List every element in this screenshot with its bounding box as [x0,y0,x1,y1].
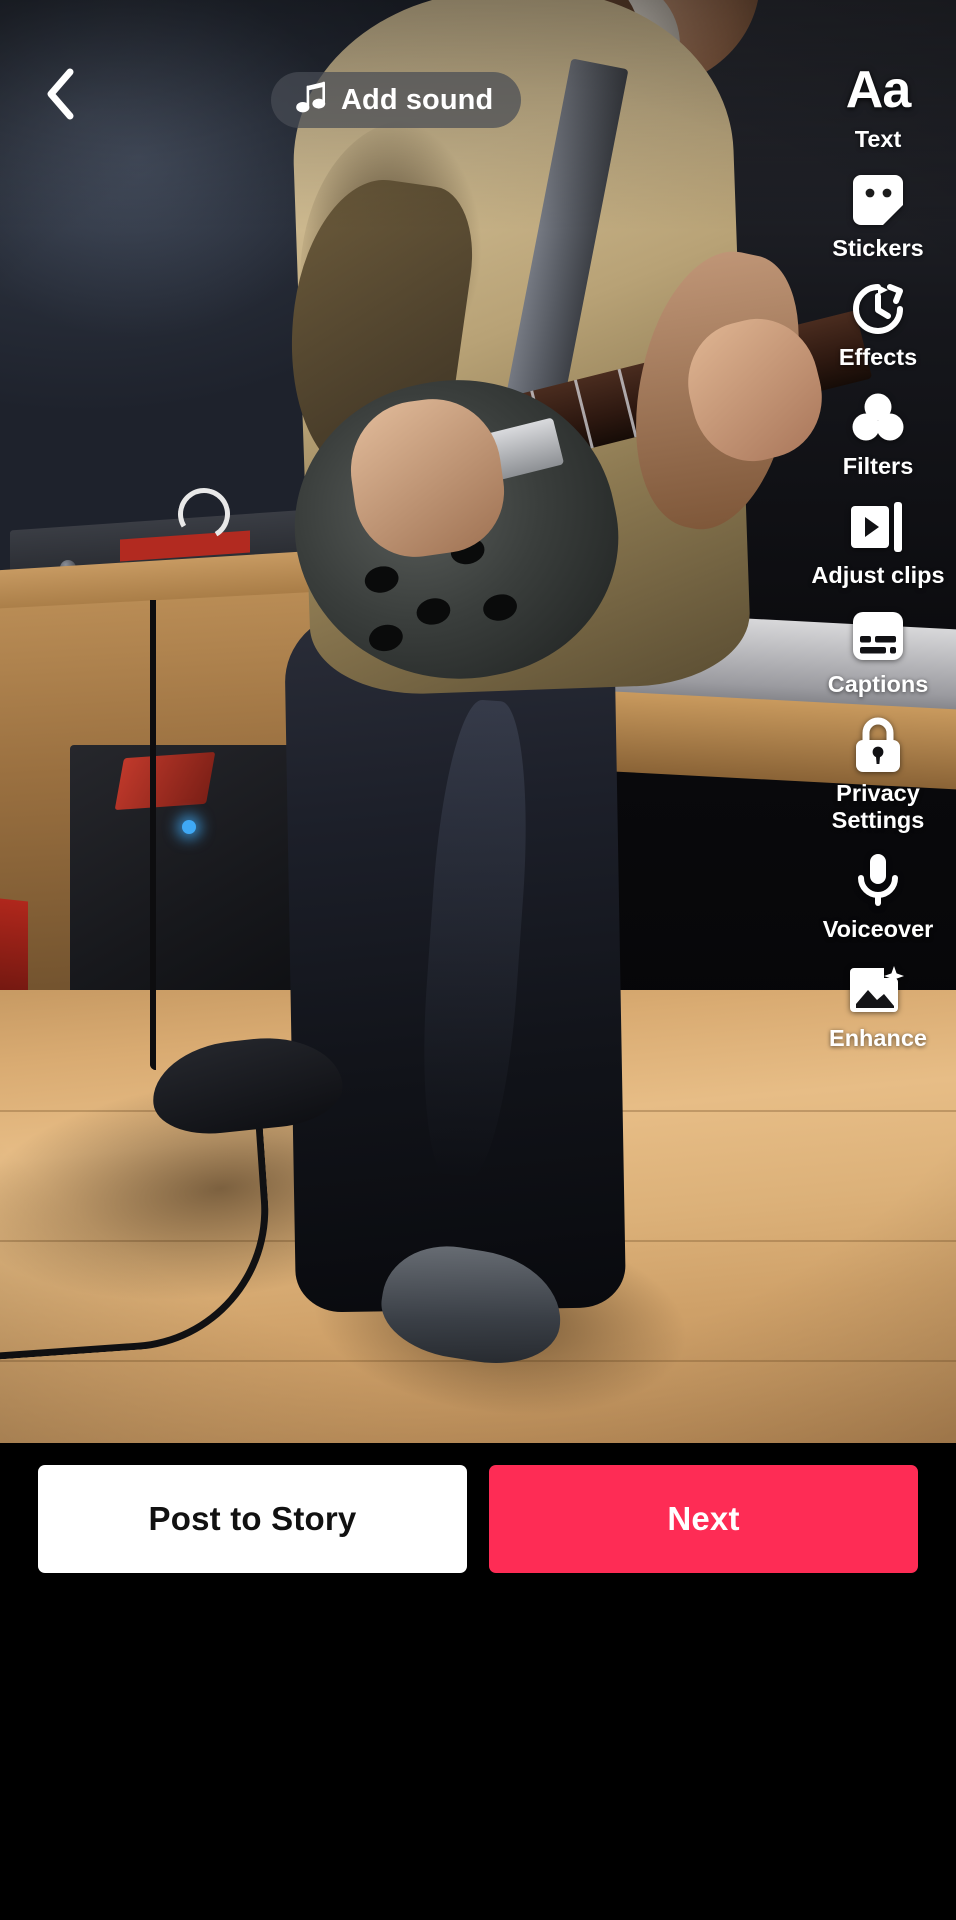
sidebar-item-privacy-settings[interactable]: Privacy Settings [800,714,956,834]
next-label: Next [667,1500,740,1537]
guitar-soundhole [362,563,402,596]
bottom-action-bar: Post to Story Next [0,1443,956,1920]
bottom-button-row: Post to Story Next [0,1465,956,1573]
filters-circles-icon [847,387,909,449]
lock-icon [847,714,909,776]
sidebar-label-adjust-clips: Adjust clips [811,562,945,589]
sidebar-label-text: Text [854,126,902,152]
sidebar-item-stickers[interactable]: Stickers [800,169,956,262]
sidebar-item-filters[interactable]: Filters [800,387,956,480]
captions-icon [847,605,909,667]
text-aa-icon: Aa [845,60,911,122]
post-to-story-button[interactable]: Post to Story [38,1465,467,1573]
sidebar-item-captions[interactable]: Captions [800,605,956,698]
text-aa-glyph: Aa [845,61,911,120]
tiktok-editor-screen: Add sound Aa Text Stickers Effects Filte… [0,0,956,1920]
enhance-image-icon [847,959,909,1021]
editing-tools-sidebar: Aa Text Stickers Effects Filters Adjust … [800,60,956,1068]
guitar-fret [617,368,638,438]
sidebar-item-voiceover[interactable]: Voiceover [800,850,956,943]
sidebar-item-adjust-clips[interactable]: Adjust clips [800,496,956,589]
amplifier-power-led [182,820,196,834]
guitar-soundhole [366,621,406,655]
sidebar-label-captions: Captions [827,671,929,698]
sidebar-label-voiceover: Voiceover [822,916,934,943]
post-to-story-label: Post to Story [148,1500,357,1537]
instrument-cable [150,600,156,1070]
effects-clock-icon [847,278,909,340]
back-button[interactable] [28,62,92,130]
add-sound-button[interactable]: Add sound [271,72,522,128]
sidebar-item-enhance[interactable]: Enhance [800,959,956,1052]
sidebar-item-effects[interactable]: Effects [800,278,956,371]
chevron-left-icon [43,67,77,126]
sidebar-label-stickers: Stickers [832,235,924,262]
sidebar-item-text[interactable]: Aa Text [800,60,956,153]
amplifier-red-accent [114,751,216,811]
microphone-icon [847,850,909,912]
guitar-soundhole [414,595,453,628]
add-sound-label: Add sound [341,83,494,116]
adjust-clips-icon [847,496,909,558]
sidebar-label-enhance: Enhance [829,1025,927,1052]
music-note-icon [296,81,328,120]
sticker-icon [847,169,909,231]
guitar-soundhole [480,591,520,624]
sidebar-label-privacy-settings: Privacy Settings [831,780,925,834]
sidebar-label-filters: Filters [842,453,914,480]
sidebar-label-effects: Effects [838,344,918,371]
next-button[interactable]: Next [489,1465,918,1573]
